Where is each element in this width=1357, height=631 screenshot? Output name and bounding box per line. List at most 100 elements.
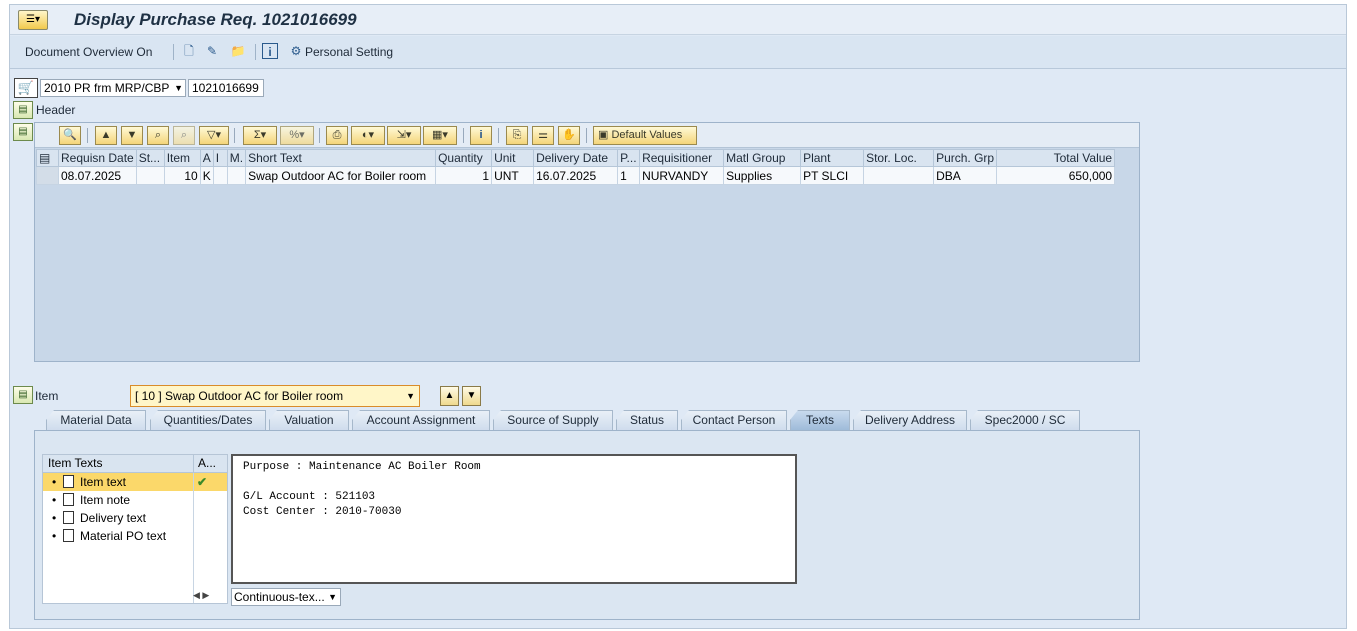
default-values-button[interactable]: ▣ Default Values bbox=[593, 126, 697, 145]
column-header[interactable]: A bbox=[199, 149, 214, 167]
table-cell[interactable] bbox=[212, 166, 228, 185]
tree-item-label: Delivery text bbox=[80, 511, 147, 525]
subtotal-icon[interactable]: %▾ bbox=[280, 126, 314, 145]
filter-icon[interactable]: ▽▾ bbox=[199, 126, 229, 145]
expand-header-icon[interactable]: ▤ bbox=[13, 101, 33, 119]
checkmark-icon: ✔ bbox=[197, 475, 208, 489]
application-toolbar: Document Overview On 🗋 ✎ 📁 i ⚙ Personal … bbox=[10, 36, 1346, 69]
personal-setting-button[interactable]: Personal Setting bbox=[305, 45, 393, 59]
column-header[interactable]: Plant bbox=[800, 149, 865, 167]
info-icon[interactable]: i bbox=[262, 43, 278, 59]
document-icon bbox=[63, 511, 74, 524]
sum-icon[interactable]: Σ▾ bbox=[243, 126, 277, 145]
tree-item-item-text[interactable]: • Item text ✔ bbox=[43, 473, 227, 491]
select-all-icon[interactable]: ▤ bbox=[36, 149, 59, 167]
edit-glasses-icon[interactable]: ✎ bbox=[204, 43, 220, 59]
text-types-tree: Item Texts A... • Item text ✔ • Item not… bbox=[42, 454, 228, 604]
table-cell[interactable]: DBA bbox=[933, 166, 998, 185]
table-row[interactable]: 08.07.2025 10 K Swap Outdoor AC for Boil… bbox=[36, 166, 1116, 185]
table-cell[interactable] bbox=[863, 166, 935, 185]
tab-contact-person[interactable]: Contact Person bbox=[681, 410, 787, 430]
document-type-select[interactable]: 2010 PR frm MRP/CBP ▼ bbox=[40, 79, 186, 97]
table-cell[interactable]: PT SLCI bbox=[800, 166, 865, 185]
column-header[interactable]: M. bbox=[226, 149, 247, 167]
table-cell[interactable]: 650,000 bbox=[996, 166, 1116, 185]
column-header[interactable]: Purch. Grp bbox=[933, 149, 998, 167]
other-document-icon[interactable]: 📁 bbox=[230, 43, 246, 59]
tab-texts[interactable]: Texts bbox=[790, 410, 850, 430]
view-icon[interactable]: ◐▾ bbox=[351, 126, 385, 145]
column-header[interactable]: Quantity bbox=[435, 149, 493, 167]
tab-source-of-supply[interactable]: Source of Supply bbox=[493, 410, 613, 430]
default-values-label: Default Values bbox=[611, 129, 683, 141]
hand-icon[interactable]: ✋ bbox=[558, 126, 580, 145]
column-header[interactable]: Short Text bbox=[245, 149, 437, 167]
print-icon[interactable]: ⎙ bbox=[326, 126, 348, 145]
table-cell[interactable]: 1 bbox=[617, 166, 641, 185]
tab-delivery-address[interactable]: Delivery Address bbox=[853, 410, 967, 430]
menu-icon[interactable]: ☰▾ bbox=[18, 10, 48, 30]
scroll-arrows-icon[interactable]: ◀ ▶ bbox=[193, 590, 209, 601]
column-divider bbox=[193, 455, 194, 472]
table-cell[interactable] bbox=[135, 166, 165, 185]
item-select[interactable]: [ 10 ] Swap Outdoor AC for Boiler room ▼ bbox=[130, 385, 420, 407]
header-label: Header bbox=[36, 103, 76, 117]
export-icon[interactable]: ⇲▾ bbox=[387, 126, 421, 145]
column-header[interactable]: Requisn Date bbox=[58, 149, 137, 167]
table-cell[interactable]: Swap Outdoor AC for Boiler room bbox=[245, 166, 437, 185]
personal-setting-icon[interactable]: ⚙ bbox=[288, 43, 304, 59]
editor-mode-select[interactable]: Continuous-tex... ▼ bbox=[231, 588, 341, 606]
table-cell[interactable]: 16.07.2025 bbox=[533, 166, 619, 185]
copy-icon[interactable]: ⎘ bbox=[506, 126, 528, 145]
column-header[interactable]: Requisitioner bbox=[639, 149, 725, 167]
sort-descending-icon[interactable]: ▼ bbox=[121, 126, 143, 145]
collapse-item-icon[interactable]: ▤ bbox=[13, 386, 33, 404]
table-cell[interactable]: NURVANDY bbox=[639, 166, 725, 185]
new-document-icon[interactable]: 🗋 bbox=[181, 43, 197, 59]
tab-valuation[interactable]: Valuation bbox=[269, 410, 349, 430]
previous-item-icon[interactable]: ▲ bbox=[440, 386, 459, 406]
collapse-overview-icon[interactable]: ▤ bbox=[13, 123, 33, 141]
sort-ascending-icon[interactable]: ▲ bbox=[95, 126, 117, 145]
table-header-row: ▤ Requisn Date St... Item A I M. Short T… bbox=[36, 149, 1116, 167]
info-icon[interactable]: i bbox=[470, 126, 492, 145]
table-cell[interactable]: 08.07.2025 bbox=[58, 166, 137, 185]
bullet-icon: • bbox=[52, 493, 57, 507]
tree-item-material-po-text[interactable]: • Material PO text bbox=[43, 527, 227, 545]
document-icon bbox=[63, 493, 74, 506]
column-header[interactable]: P... bbox=[617, 149, 641, 167]
details-icon[interactable]: 🔍 bbox=[59, 126, 81, 145]
row-selector[interactable] bbox=[36, 166, 59, 185]
column-header[interactable]: Matl Group bbox=[723, 149, 802, 167]
toolbar-separator bbox=[173, 44, 174, 60]
table-cell[interactable]: K bbox=[199, 166, 214, 185]
column-header[interactable]: I bbox=[212, 149, 228, 167]
bullet-icon: • bbox=[52, 511, 57, 525]
column-header[interactable]: St... bbox=[135, 149, 165, 167]
shopping-cart-icon[interactable]: 🛒 bbox=[14, 78, 38, 98]
document-overview-button[interactable]: Document Overview On bbox=[25, 45, 152, 59]
find-next-icon[interactable]: ⌕ bbox=[173, 126, 195, 145]
tree-item-item-note[interactable]: • Item note bbox=[43, 491, 227, 509]
tab-quantities-dates[interactable]: Quantities/Dates bbox=[150, 410, 266, 430]
table-cell[interactable] bbox=[226, 166, 247, 185]
next-item-icon[interactable]: ▼ bbox=[462, 386, 481, 406]
table-cell[interactable]: 10 bbox=[163, 166, 201, 185]
column-header[interactable]: Total Value bbox=[996, 149, 1116, 167]
tab-status[interactable]: Status bbox=[616, 410, 678, 430]
column-header[interactable]: Unit bbox=[491, 149, 535, 167]
tree-item-delivery-text[interactable]: • Delivery text bbox=[43, 509, 227, 527]
tab-account-assignment[interactable]: Account Assignment bbox=[352, 410, 490, 430]
layout-icon[interactable]: ▦▾ bbox=[423, 126, 457, 145]
table-cell[interactable]: Supplies bbox=[723, 166, 802, 185]
column-header[interactable]: Item bbox=[163, 149, 201, 167]
table-cell[interactable]: UNT bbox=[491, 166, 535, 185]
text-editor[interactable]: Purpose : Maintenance AC Boiler Room G/L… bbox=[231, 454, 797, 584]
tab-spec2000[interactable]: Spec2000 / SC bbox=[970, 410, 1080, 430]
column-header[interactable]: Stor. Loc. bbox=[863, 149, 935, 167]
find-icon[interactable]: ⌕ bbox=[147, 126, 169, 145]
split-icon[interactable]: ⚌ bbox=[532, 126, 554, 145]
tab-material-data[interactable]: Material Data bbox=[46, 410, 146, 430]
column-header[interactable]: Delivery Date bbox=[533, 149, 619, 167]
table-cell[interactable]: 1 bbox=[435, 166, 493, 185]
